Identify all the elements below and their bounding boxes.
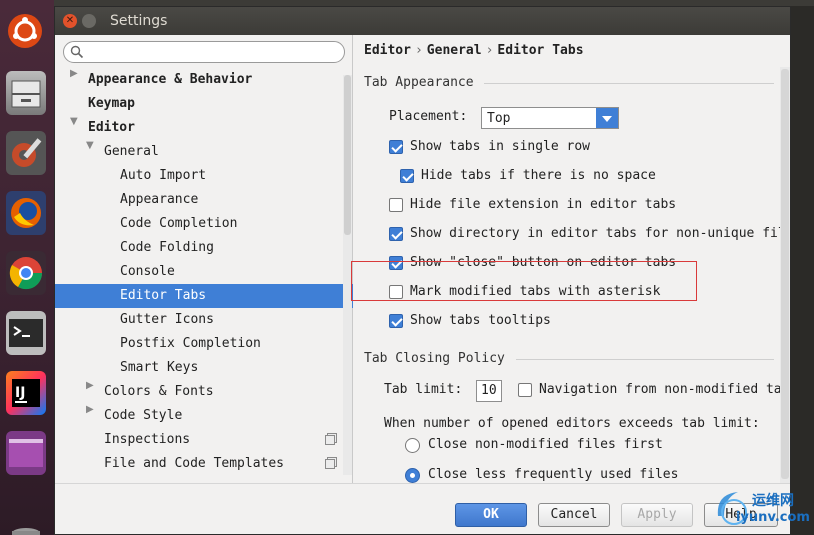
terminal-icon[interactable] (2, 306, 48, 360)
tab-appearance-heading: Tab Appearance (364, 75, 474, 90)
tree-item-smart-keys[interactable]: Smart Keys (55, 356, 353, 380)
tree-item-auto-import[interactable]: Auto Import (55, 164, 353, 188)
tree-item-postfix-completion[interactable]: Postfix Completion (55, 332, 353, 356)
tree-item-inspections[interactable]: Inspections (55, 428, 353, 452)
tree-item-code-completion[interactable]: Code Completion (55, 212, 353, 236)
chevron-right-icon: ▶ (70, 68, 78, 79)
ubuntu-dash-icon[interactable] (2, 6, 48, 60)
ok-button[interactable]: OK (455, 503, 527, 527)
intellij-icon[interactable]: IJ (2, 366, 48, 420)
tree-item-editor-tabs[interactable]: Editor Tabs (55, 284, 353, 308)
placement-value: Top (487, 111, 511, 126)
chevron-right-icon: ▶ (86, 380, 94, 391)
watermark-en: iyunv.com (736, 510, 810, 525)
workspace-switcher-icon[interactable] (2, 426, 48, 480)
breadcrumb-editor-tabs: Editor Tabs (497, 43, 584, 58)
tree-item-keymap[interactable]: Keymap (55, 92, 353, 116)
tree-item-general[interactable]: ▼ General (55, 140, 353, 164)
system-settings-icon[interactable] (2, 126, 48, 180)
watermark-cn: 运维网 (752, 493, 794, 509)
placement-select[interactable]: Top (481, 107, 619, 129)
chrome-icon[interactable] (2, 246, 48, 300)
checkbox-checked[interactable] (389, 314, 403, 328)
firefox-icon[interactable] (2, 186, 48, 240)
editor-tabs-panel: Editor › General › Editor Tabs Tab Appearanc… (354, 35, 790, 483)
chevron-down-icon[interactable] (596, 108, 618, 128)
search-icon (70, 45, 84, 59)
files-icon[interactable] (2, 66, 48, 120)
chevron-down-icon: ▼ (86, 140, 94, 151)
tree-item-editor[interactable]: ▼ Editor (55, 116, 353, 140)
apply-button[interactable]: Apply (621, 503, 693, 527)
breadcrumb-separator: › (414, 43, 423, 58)
tree-item-file-code-templates[interactable]: File and Code Templates (55, 452, 353, 476)
exceeds-limit-label: When number of opened editors exceeds ta… (384, 416, 760, 431)
tree-item-appearance[interactable]: Appearance (55, 188, 353, 212)
watermark-logo: 运维网 iyunv.com (710, 486, 814, 530)
settings-tree-panel: ▶ Appearance & Behavior Keymap ▼ Editor … (55, 35, 353, 483)
dialog-button-bar: OK Cancel Apply Help (55, 483, 790, 534)
svg-text:IJ: IJ (15, 385, 25, 401)
tree-item-colors-fonts[interactable]: ▶ Colors & Fonts (55, 380, 353, 404)
tree-item-code-style[interactable]: ▶ Code Style (55, 404, 353, 428)
window-title: Settings (110, 13, 168, 29)
breadcrumb: Editor › General › Editor Tabs (364, 43, 584, 58)
cancel-button[interactable]: Cancel (538, 503, 610, 527)
title-bar: ✕ Settings (55, 7, 790, 35)
tab-closing-policy-heading: Tab Closing Policy (364, 351, 505, 366)
minimize-window-button[interactable] (82, 14, 96, 28)
chevron-down-icon: ▼ (70, 116, 78, 127)
checkbox-unchecked[interactable] (518, 383, 532, 397)
radio-selected[interactable] (405, 468, 420, 483)
tab-limit-label: Tab limit: (384, 382, 463, 397)
chevron-right-icon: ▶ (86, 404, 94, 415)
close-window-button[interactable]: ✕ (63, 14, 77, 28)
trash-icon[interactable] (2, 492, 48, 535)
breadcrumb-editor: Editor (364, 43, 411, 58)
checkbox-checked[interactable] (389, 140, 403, 154)
tree-item-console[interactable]: Console (55, 260, 353, 284)
radio-unselected[interactable] (405, 438, 420, 453)
tree-scrollbar-thumb[interactable] (344, 75, 351, 235)
settings-scrollbar-thumb[interactable] (781, 69, 789, 479)
section-divider (484, 83, 774, 84)
ubuntu-launcher: IJ (0, 0, 54, 535)
project-settings-icon (325, 435, 335, 445)
checkbox-checked[interactable] (389, 227, 403, 241)
placement-label: Placement: (389, 109, 468, 124)
section-divider (516, 359, 774, 360)
project-settings-icon (325, 459, 335, 469)
settings-scrollbar[interactable] (780, 67, 790, 483)
breadcrumb-separator: › (485, 43, 494, 58)
tree-item-gutter-icons[interactable]: Gutter Icons (55, 308, 353, 332)
tree-item-appearance-behavior[interactable]: ▶ Appearance & Behavior (55, 68, 353, 92)
tree-item-code-folding[interactable]: Code Folding (55, 236, 353, 260)
settings-search-input[interactable] (63, 41, 345, 63)
checkbox-checked[interactable] (400, 169, 414, 183)
checkbox-unchecked[interactable] (389, 198, 403, 212)
tab-limit-input[interactable]: 10 (476, 380, 502, 402)
breadcrumb-general: General (426, 43, 482, 58)
highlight-annotation (351, 261, 697, 301)
